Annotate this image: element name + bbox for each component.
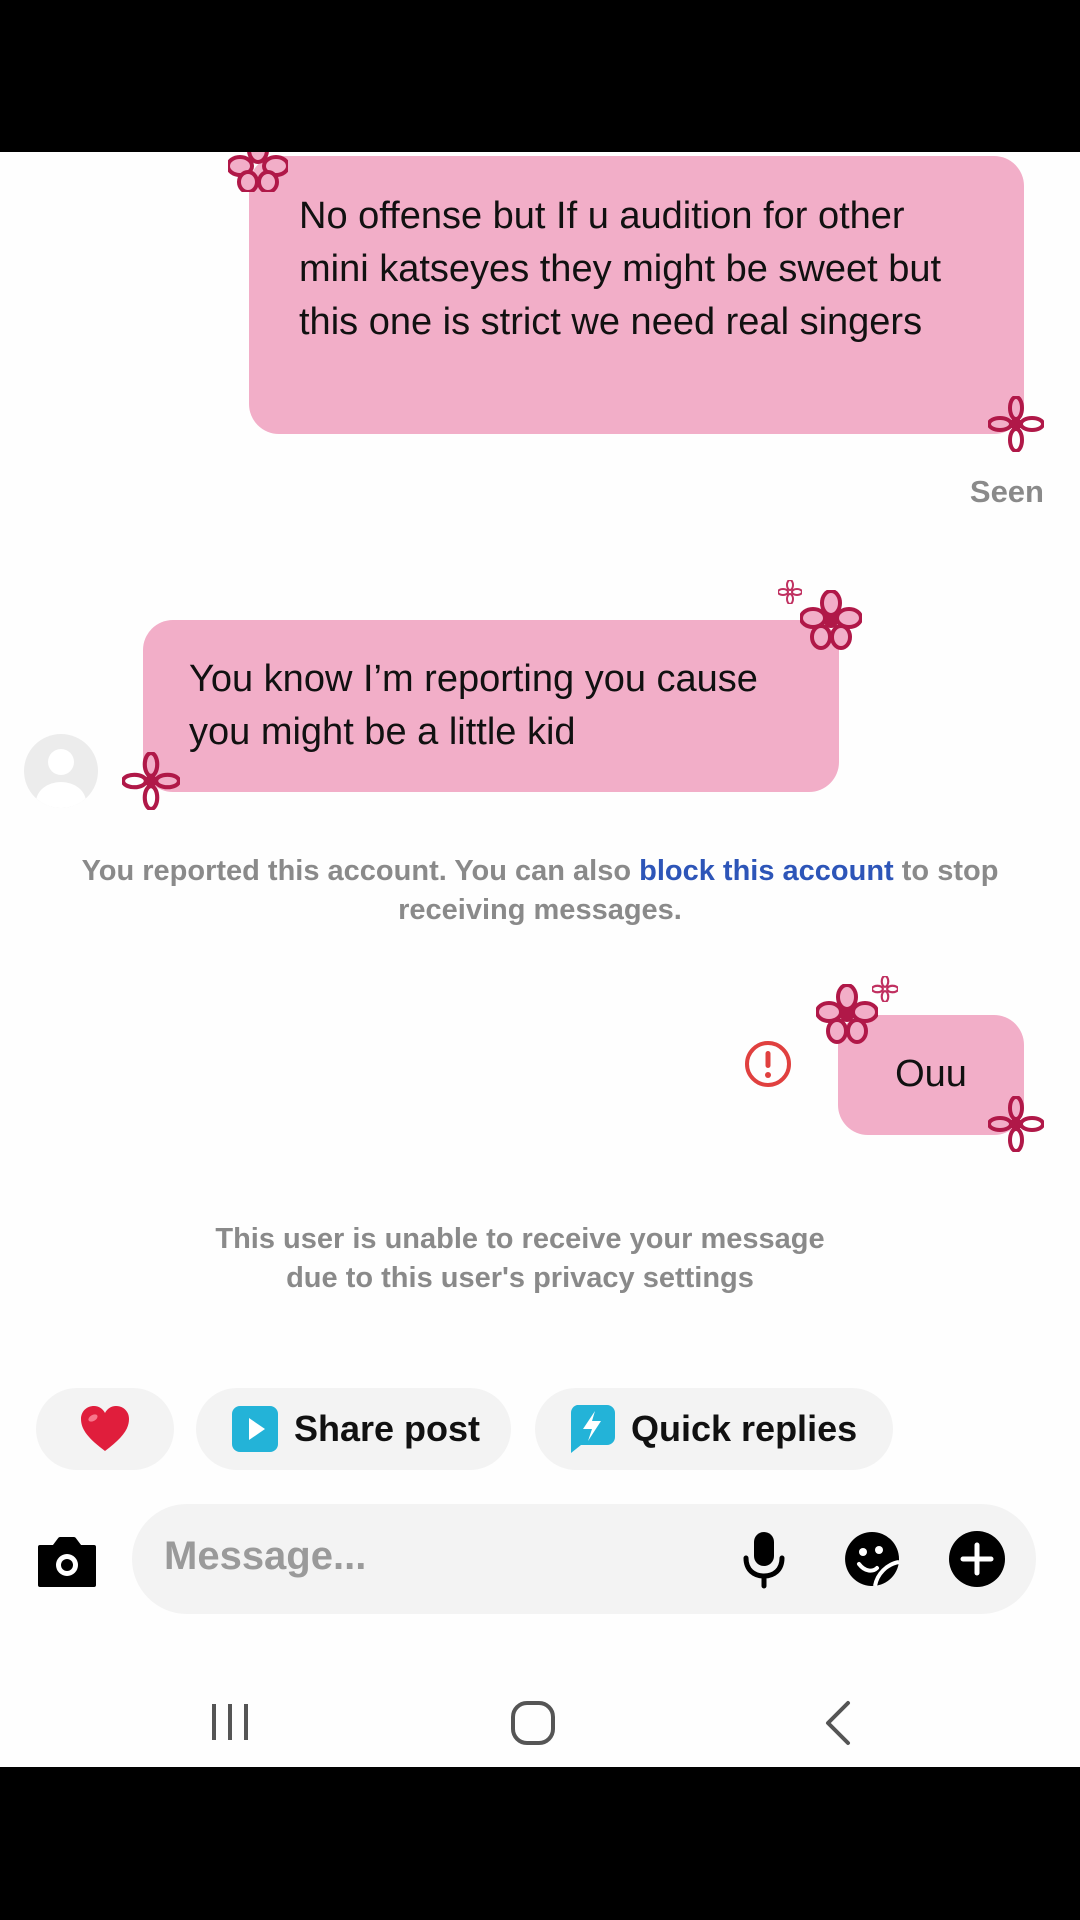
chat-screen: No offense but If u audition for other m… [0,152,1080,1767]
message-text: No offense but If u audition for other m… [299,195,942,343]
report-notice-text: You reported this account. You can also [81,855,640,887]
message-text: Ouu [895,1053,967,1095]
outgoing-message[interactable]: No offense but If u audition for other m… [249,156,1024,434]
message-input[interactable]: Message... [164,1534,366,1579]
sticker-icon[interactable] [843,1530,901,1588]
camera-icon[interactable] [36,1533,98,1589]
message-composer[interactable]: Message... [132,1504,1036,1614]
default-avatar-icon [36,749,86,808]
seen-status: Seen [969,474,1044,509]
share-post-label: Share post [294,1408,481,1449]
share-post-button[interactable]: Share post [196,1388,511,1470]
flower-sticker-icon [816,984,878,1044]
lightning-bubble-icon [570,1405,615,1453]
recent-apps-icon[interactable] [208,1700,252,1744]
message-text: You know I’m reporting you cause you mig… [189,658,758,753]
flower-sticker-icon [228,152,288,192]
quick-replies-button[interactable]: Quick replies [535,1388,893,1470]
play-square-icon [232,1406,278,1452]
back-icon[interactable] [820,1700,856,1746]
privacy-notice-line: This user is unable to receive your mess… [215,1223,825,1255]
system-navigation-bar [0,1672,1080,1767]
block-account-link[interactable]: block this account [639,855,894,887]
flower-sticker-icon [122,752,180,810]
like-button[interactable] [36,1388,174,1470]
flower-sticker-icon [872,976,898,1002]
flower-sticker-icon [988,1096,1044,1152]
privacy-notice: This user is unable to receive your mess… [20,1220,1020,1298]
error-icon[interactable] [743,1039,793,1089]
home-icon[interactable] [510,1700,556,1746]
privacy-notice-line: due to this user's privacy settings [286,1262,754,1294]
flower-sticker-icon [800,590,862,650]
add-icon[interactable] [948,1530,1006,1588]
microphone-icon[interactable] [738,1530,790,1590]
avatar[interactable] [24,734,98,808]
red-heart-icon [81,1406,129,1451]
flower-sticker-icon [778,580,802,604]
report-notice: You reported this account. You can also … [40,852,1040,930]
flower-sticker-icon [988,396,1044,452]
incoming-message[interactable]: You know I’m reporting you cause you mig… [143,620,839,792]
quick-replies-label: Quick replies [631,1408,858,1449]
